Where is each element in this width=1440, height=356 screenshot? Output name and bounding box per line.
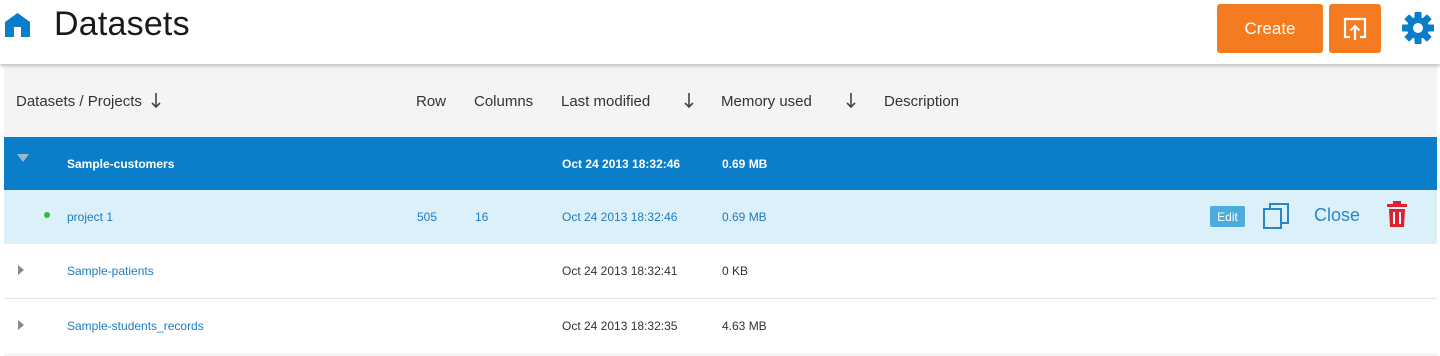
column-header-name[interactable]: Datasets / Projects (16, 93, 142, 110)
last-modified: Oct 24 2013 18:32:41 (562, 264, 678, 278)
app-header: Datasets Create (0, 0, 1440, 64)
column-header-last-modified[interactable]: Last modified (561, 93, 650, 110)
home-icon[interactable] (4, 12, 31, 38)
column-header-row[interactable]: Row (416, 93, 446, 110)
table-row-sample-students-records[interactable]: Sample-students_records Oct 24 2013 18:3… (4, 299, 1437, 353)
close-link[interactable]: Close (1314, 205, 1360, 226)
upload-button[interactable] (1329, 4, 1381, 53)
column-header-description[interactable]: Description (884, 93, 959, 110)
memory-used: 4.63 MB (722, 319, 767, 333)
sort-arrow-icon[interactable] (684, 92, 694, 109)
sort-arrow-icon[interactable] (846, 92, 856, 109)
memory-used: 0.69 MB (722, 210, 767, 224)
copy-icon[interactable] (1262, 202, 1290, 230)
column-count: 16 (475, 210, 489, 224)
table-row-project-1[interactable]: project 1 505 16 Oct 24 2013 18:32:46 0.… (4, 190, 1437, 244)
last-modified: Oct 24 2013 18:32:35 (562, 319, 678, 333)
column-header-columns[interactable]: Columns (474, 93, 533, 110)
caret-right-icon[interactable] (18, 265, 24, 275)
dataset-name[interactable]: Sample-patients (67, 244, 154, 298)
create-button[interactable]: Create (1217, 4, 1323, 53)
column-header-memory-used[interactable]: Memory used (721, 93, 812, 110)
trash-icon[interactable] (1387, 201, 1407, 227)
dataset-name[interactable]: Sample-customers (67, 137, 174, 190)
last-modified: Oct 24 2013 18:32:46 (562, 156, 681, 171)
caret-down-icon[interactable] (17, 154, 29, 162)
edit-button[interactable]: Edit (1210, 206, 1245, 227)
datasets-table: Datasets / Projects Row Columns Last mod… (4, 66, 1437, 356)
upload-icon (1343, 17, 1367, 40)
dataset-name[interactable]: Sample-students_records (67, 299, 204, 353)
active-status-dot (44, 212, 50, 218)
memory-used: 0 KB (722, 264, 749, 278)
project-name[interactable]: project 1 (67, 190, 113, 244)
gear-icon[interactable] (1401, 11, 1435, 45)
table-row-sample-customers[interactable]: Sample-customers Oct 24 2013 18:32:46 0.… (4, 137, 1437, 190)
sort-arrow-icon[interactable] (151, 92, 161, 109)
row-count: 505 (417, 210, 438, 224)
table-header: Datasets / Projects Row Columns Last mod… (4, 66, 1437, 137)
memory-used: 0.69 MB (722, 156, 768, 171)
table-row-sample-patients[interactable]: Sample-patients Oct 24 2013 18:32:41 0 K… (4, 244, 1437, 299)
page-title: Datasets (54, 5, 190, 43)
caret-right-icon[interactable] (18, 320, 24, 330)
last-modified: Oct 24 2013 18:32:46 (562, 210, 678, 224)
